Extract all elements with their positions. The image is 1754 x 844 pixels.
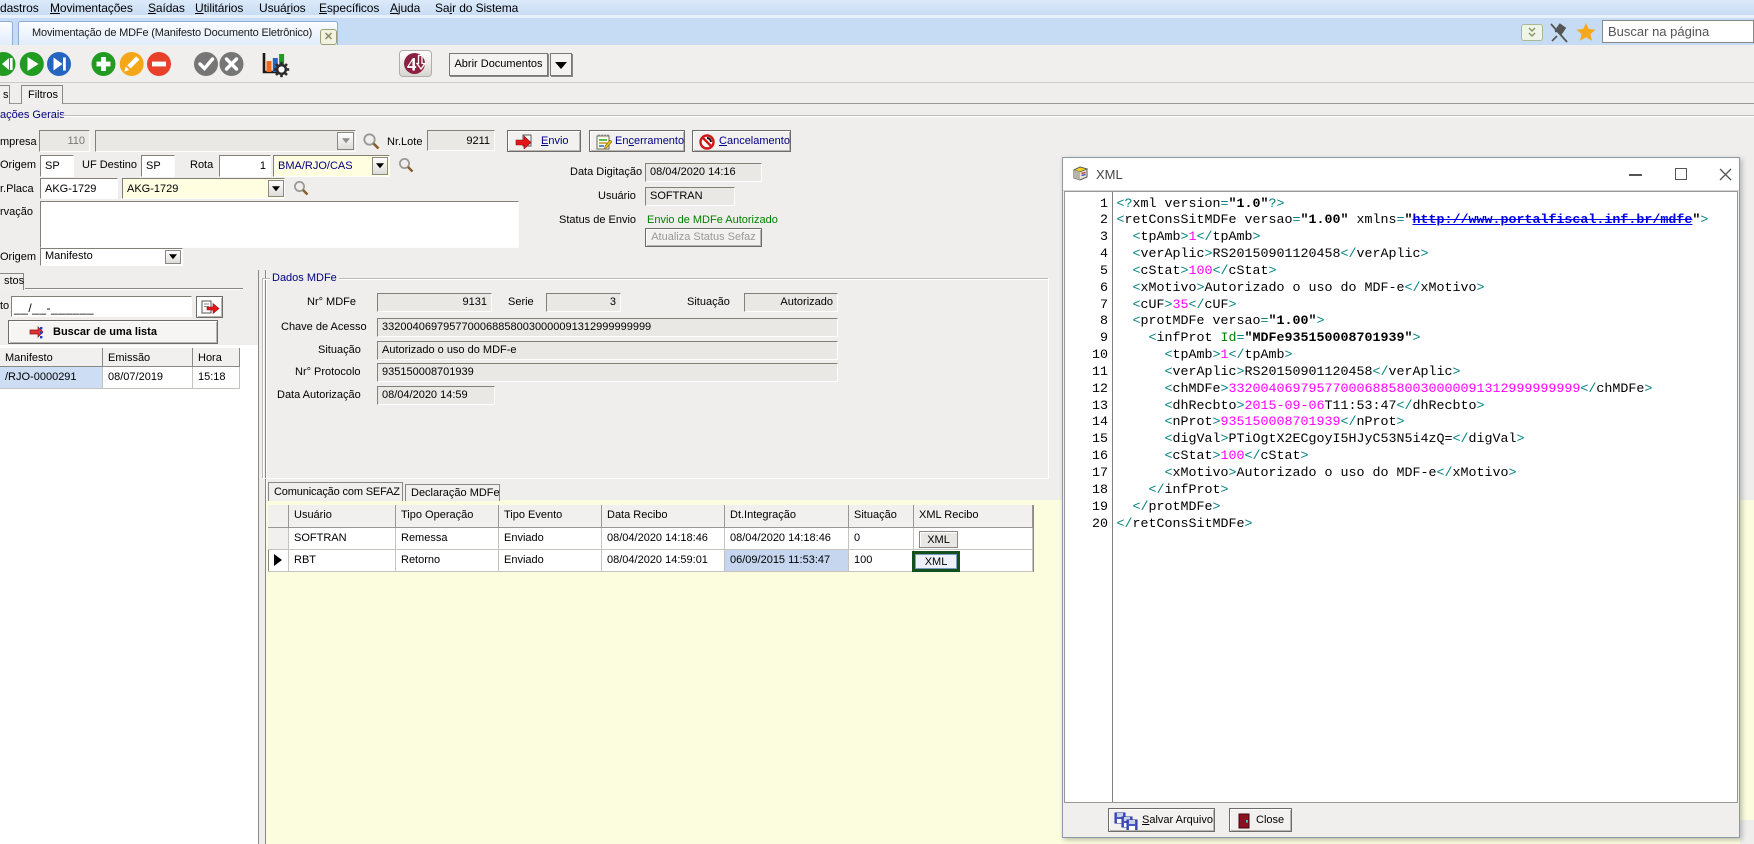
svg-text:4: 4: [407, 55, 417, 76]
